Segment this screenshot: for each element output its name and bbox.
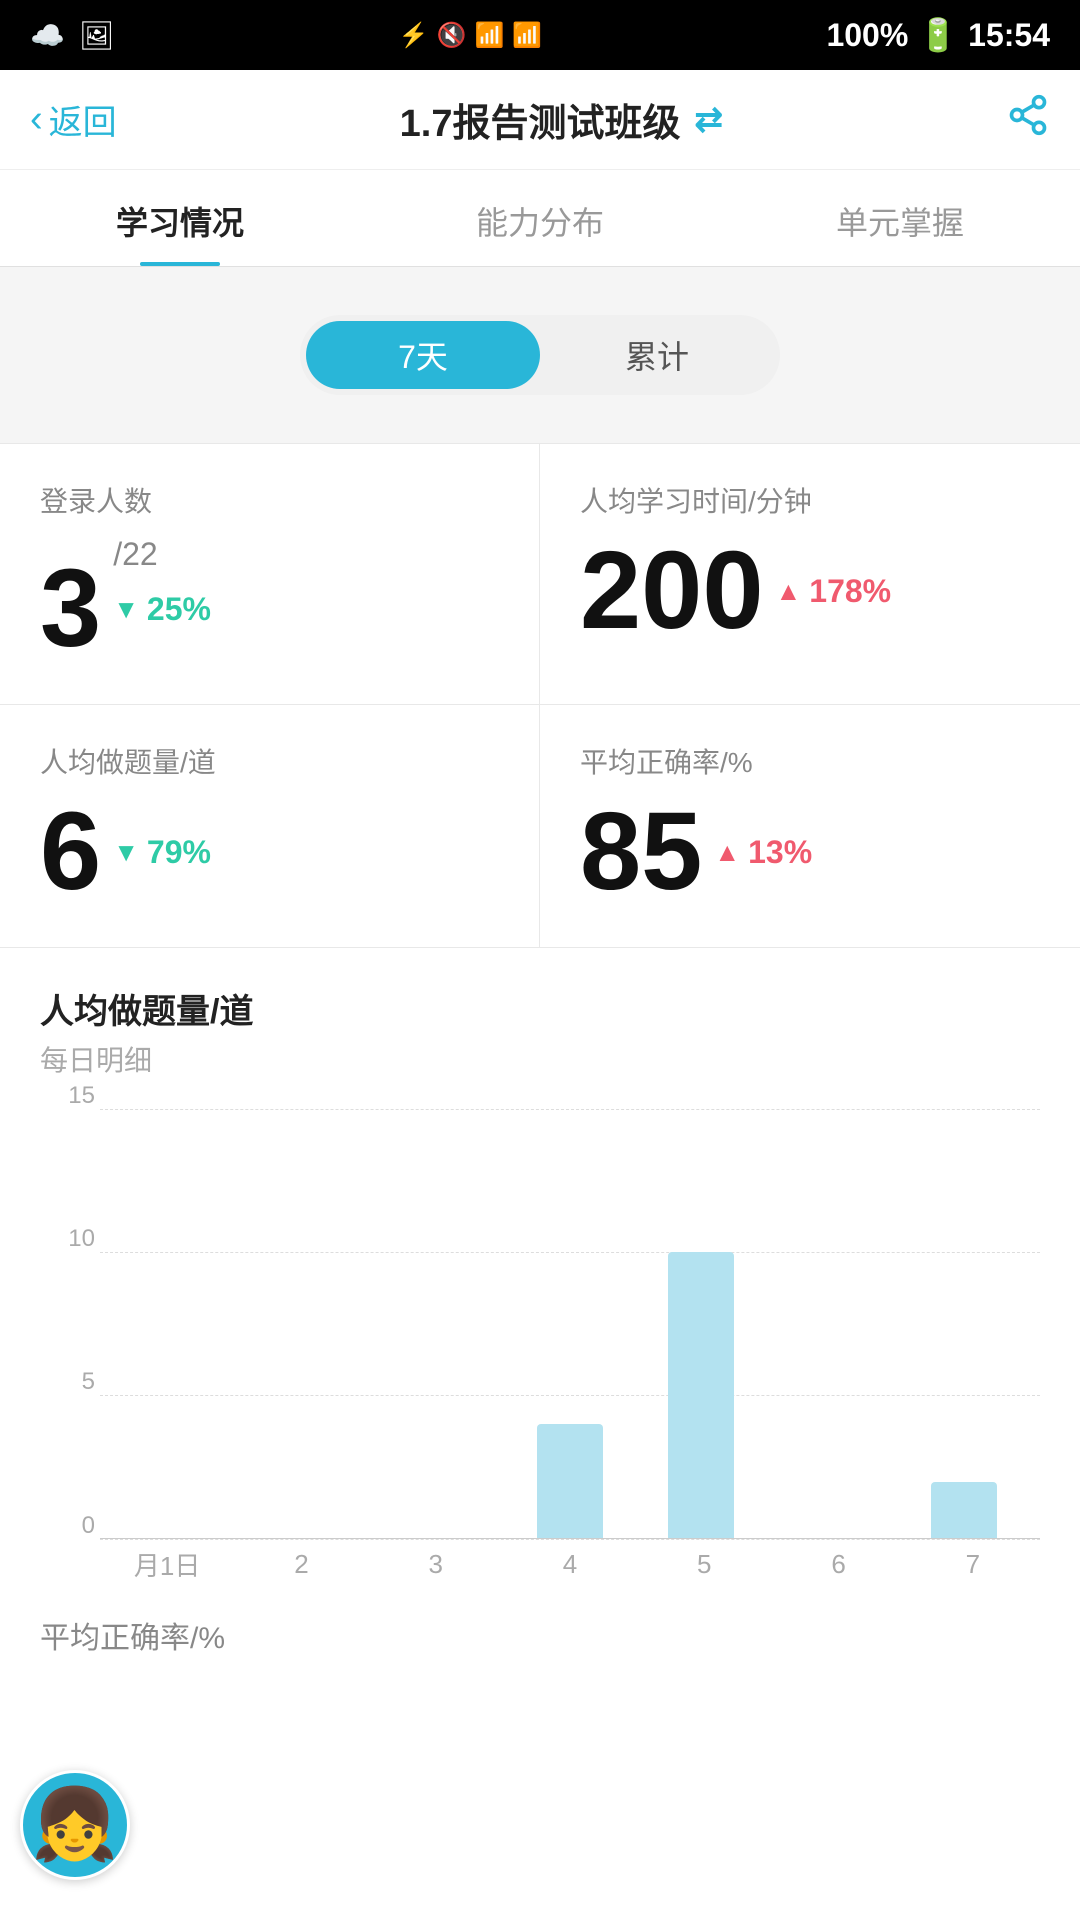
- stat-login-sub: /22: [113, 536, 211, 573]
- stat-questions-change: ▼ 79%: [113, 834, 211, 871]
- x-label-0: 月1日: [100, 1546, 234, 1583]
- x-label-1: 2: [234, 1549, 368, 1580]
- stat-login-count: 登录人数 3 /22 ▼ 25%: [0, 444, 540, 705]
- stat-login-change: ▼ 25%: [113, 591, 211, 628]
- period-toggle: 7天 累计: [300, 315, 780, 395]
- x-label-2: 3: [369, 1549, 503, 1580]
- signal-icon: 📶: [512, 21, 542, 50]
- x-label-4: 5: [637, 1549, 771, 1580]
- avatar[interactable]: 👧: [20, 1770, 130, 1880]
- tab-bar: 学习情况 能力分布 单元掌握: [0, 170, 1080, 267]
- chart-section: 人均做题量/道 每日明细 15 10 5 0: [0, 948, 1080, 1589]
- tab-study[interactable]: 学习情况: [0, 170, 360, 266]
- bar-col-5: [767, 1109, 898, 1539]
- header: ‹ 返回 1.7报告测试班级 ⇄: [0, 70, 1080, 170]
- stat-accuracy: 平均正确率/% 85 ▲ 13%: [540, 705, 1080, 947]
- bar-col-4: [636, 1109, 767, 1539]
- stat-questions-value: 6: [40, 797, 101, 907]
- bar-col-6: [899, 1109, 1030, 1539]
- x-axis: 月1日234567: [100, 1539, 1040, 1589]
- bar-3: [537, 1424, 603, 1539]
- stat-study-time: 人均学习时间/分钟 200 ▲ 178%: [540, 444, 1080, 705]
- period-cumulative[interactable]: 累计: [540, 321, 774, 389]
- x-label-6: 7: [906, 1549, 1040, 1580]
- stat-study-time-value-row: 200 ▲ 178%: [580, 536, 1040, 646]
- chevron-left-icon: ‹: [30, 98, 43, 141]
- shuffle-icon[interactable]: ⇄: [694, 100, 723, 140]
- image-icon: 🖼: [79, 19, 115, 52]
- wifi-icon: 📶: [474, 21, 504, 50]
- bar-chart: 15 10 5 0 月1日234567: [40, 1109, 1040, 1589]
- bar-col-2: [373, 1109, 504, 1539]
- stats-grid: 登录人数 3 /22 ▼ 25% 人均学习时间/分钟 200 ▲ 178%: [0, 443, 1080, 948]
- page-title: 1.7报告测试班级 ⇄: [400, 92, 723, 147]
- period-7days[interactable]: 7天: [306, 321, 540, 389]
- stat-login-value: 3: [40, 554, 101, 664]
- tab-unit[interactable]: 单元掌握: [720, 170, 1080, 266]
- x-label-5: 6: [771, 1549, 905, 1580]
- stat-login-value-row: 3 /22 ▼ 25%: [40, 536, 499, 664]
- back-button[interactable]: ‹ 返回: [30, 95, 117, 144]
- status-icons: ⚡ 🔇 📶 📶: [399, 21, 543, 50]
- stat-accuracy-value-row: 85 ▲ 13%: [580, 797, 1040, 907]
- bluetooth-icon: ⚡: [399, 21, 429, 50]
- stat-study-time-value: 200: [580, 536, 764, 646]
- tab-ability[interactable]: 能力分布: [360, 170, 720, 266]
- stat-questions-value-row: 6 ▼ 79%: [40, 797, 499, 907]
- weather-icon: ☁️: [30, 19, 65, 52]
- clock: 15:54: [968, 17, 1050, 54]
- bars-container: [100, 1109, 1040, 1539]
- share-button[interactable]: [1006, 93, 1050, 146]
- status-right: 100% 🔋 15:54: [826, 16, 1050, 54]
- stat-accuracy-change: ▲ 13%: [714, 834, 812, 871]
- stat-accuracy-value: 85: [580, 797, 702, 907]
- back-label: 返回: [49, 95, 117, 144]
- bar-col-1: [241, 1109, 372, 1539]
- arrow-up-icon-2: ▲: [714, 837, 740, 868]
- avatar-emoji: 👧: [31, 1784, 118, 1866]
- battery-pct: 100%: [826, 17, 908, 54]
- bar-6: [931, 1482, 997, 1539]
- arrow-down-icon-2: ▼: [113, 837, 139, 868]
- bar-col-3: [504, 1109, 635, 1539]
- mute-icon: 🔇: [437, 21, 467, 50]
- status-bar: ☁️ 🖼 ⚡ 🔇 📶 📶 100% 🔋 15:54: [0, 0, 1080, 70]
- arrow-up-icon: ▲: [776, 576, 802, 607]
- period-section: 7天 累计: [0, 267, 1080, 443]
- bar-col-0: [110, 1109, 241, 1539]
- stat-study-time-label: 人均学习时间/分钟: [580, 480, 1040, 520]
- battery-icon: 🔋: [918, 16, 958, 54]
- stat-study-time-change: ▲ 178%: [776, 573, 892, 610]
- bottom-chart-label: 平均正确率/%: [0, 1589, 1080, 1677]
- stat-questions: 人均做题量/道 6 ▼ 79%: [0, 705, 540, 947]
- stat-questions-label: 人均做题量/道: [40, 741, 499, 781]
- arrow-down-icon: ▼: [113, 594, 139, 625]
- status-left: ☁️ 🖼: [30, 19, 114, 52]
- x-label-3: 4: [503, 1549, 637, 1580]
- chart-subtitle: 每日明细: [40, 1039, 1040, 1079]
- stat-accuracy-label: 平均正确率/%: [580, 741, 1040, 781]
- chart-title: 人均做题量/道: [40, 984, 1040, 1033]
- bar-4: [668, 1252, 734, 1539]
- stat-login-label: 登录人数: [40, 480, 499, 520]
